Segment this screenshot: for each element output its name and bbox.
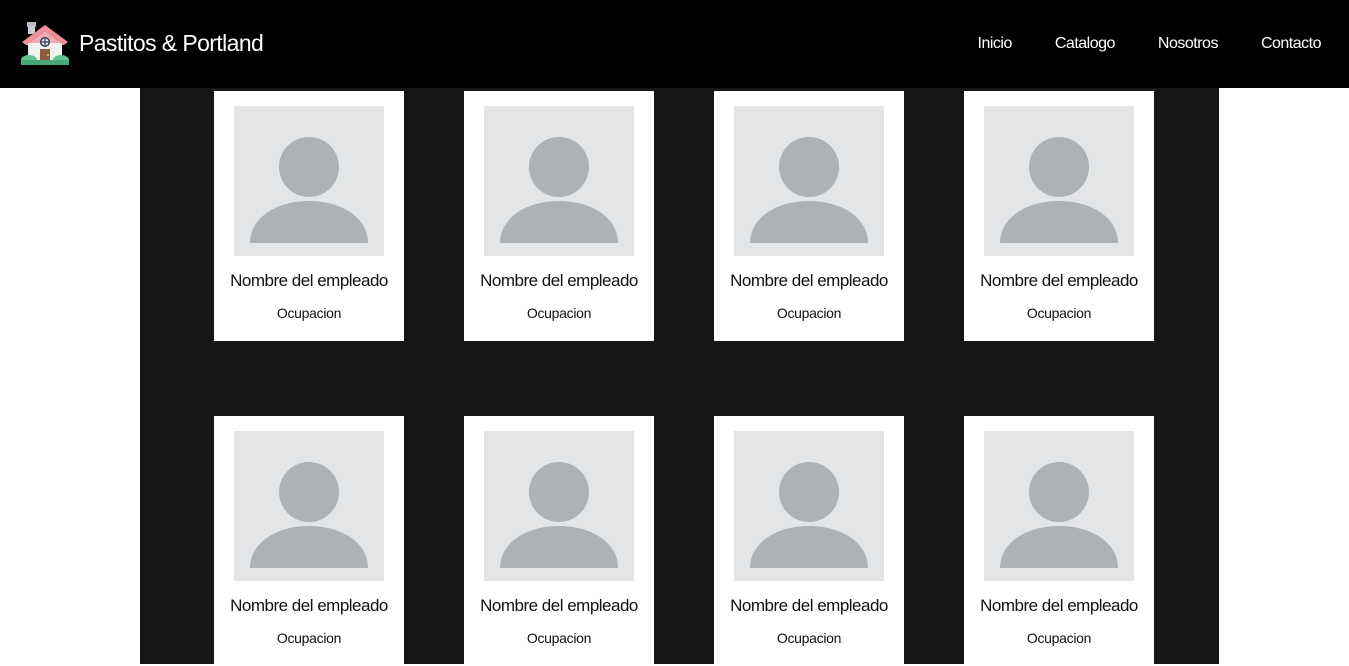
employee-role: Ocupacion	[526, 305, 592, 321]
employee-photo	[734, 431, 884, 581]
employee-name: Nombre del empleado	[730, 596, 888, 615]
main-nav: Inicio Catalogo Nosotros Contacto	[935, 0, 1322, 88]
employee-card: Nombre del empleado Ocupacion	[214, 91, 404, 341]
user-avatar-icon	[500, 462, 618, 568]
employee-name: Nombre del empleado	[980, 596, 1138, 615]
employee-role: Ocupacion	[276, 630, 342, 646]
employee-name: Nombre del empleado	[730, 271, 888, 290]
employee-photo	[984, 106, 1134, 256]
employee-role: Ocupacion	[1026, 630, 1092, 646]
user-avatar-icon	[250, 137, 368, 243]
employee-photo	[484, 431, 634, 581]
user-avatar-icon	[500, 137, 618, 243]
brand-link[interactable]: Pastitos & Portland	[20, 20, 264, 66]
employee-photo	[484, 106, 634, 256]
user-avatar-icon	[750, 462, 868, 568]
nav-link-catalogo[interactable]: Catalogo	[1055, 35, 1116, 53]
employee-name: Nombre del empleado	[480, 271, 638, 290]
employee-name: Nombre del empleado	[480, 596, 638, 615]
employee-name: Nombre del empleado	[230, 596, 388, 615]
user-avatar-icon	[1000, 462, 1118, 568]
user-avatar-icon	[250, 462, 368, 568]
employee-role: Ocupacion	[526, 630, 592, 646]
brand-name: Pastitos & Portland	[79, 30, 264, 56]
employee-card: Nombre del empleado Ocupacion	[964, 416, 1154, 666]
user-avatar-icon	[1000, 137, 1118, 243]
employee-card: Nombre del empleado Ocupacion	[714, 416, 904, 666]
team-section: Nombre del empleado Ocupacion Nombre del…	[140, 88, 1219, 666]
navbar: Pastitos & Portland Inicio Catalogo Noso…	[0, 0, 1349, 88]
employee-name: Nombre del empleado	[230, 271, 388, 290]
employee-card: Nombre del empleado Ocupacion	[964, 91, 1154, 341]
employee-card: Nombre del empleado Ocupacion	[714, 91, 904, 341]
nav-link-contacto[interactable]: Contacto	[1261, 35, 1322, 53]
employee-role: Ocupacion	[776, 630, 842, 646]
employee-photo	[734, 106, 884, 256]
employee-role: Ocupacion	[1026, 305, 1092, 321]
employee-role: Ocupacion	[276, 305, 342, 321]
user-avatar-icon	[750, 137, 868, 243]
nav-link-inicio[interactable]: Inicio	[978, 35, 1013, 53]
employee-card: Nombre del empleado Ocupacion	[214, 416, 404, 666]
employee-card: Nombre del empleado Ocupacion	[464, 91, 654, 341]
employee-photo	[984, 431, 1134, 581]
nav-link-nosotros[interactable]: Nosotros	[1158, 35, 1219, 53]
employee-photo	[234, 431, 384, 581]
employee-photo	[234, 106, 384, 256]
house-icon	[21, 22, 69, 65]
employee-role: Ocupacion	[776, 305, 842, 321]
employee-name: Nombre del empleado	[980, 271, 1138, 290]
employee-card: Nombre del empleado Ocupacion	[464, 416, 654, 666]
